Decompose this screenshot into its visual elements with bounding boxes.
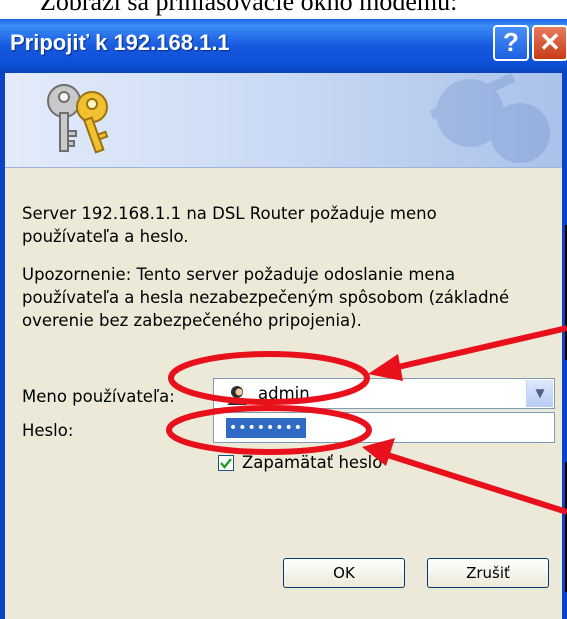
login-dialog: Pripojiť k 192.168.1.1 ? ✕ Server 192.16… (0, 19, 567, 619)
cancel-button[interactable]: Zrušiť (427, 558, 549, 588)
keys-icon (47, 84, 109, 154)
window-title: Pripojiť k 192.168.1.1 (10, 30, 230, 55)
title-bar[interactable]: Pripojiť k 192.168.1.1 ? ✕ (0, 19, 567, 73)
help-icon[interactable]: ? (493, 25, 529, 61)
server-message: Server 192.168.1.1 na DSL Router požaduj… (22, 204, 437, 246)
ok-button[interactable]: OK (283, 558, 405, 588)
chevron-down-icon[interactable]: ▼ (526, 380, 553, 407)
user-icon (227, 386, 247, 405)
password-label: Heslo: (22, 421, 74, 440)
password-mask: •••••••• (226, 418, 307, 438)
remember-label[interactable]: Zapamätať heslo (242, 453, 382, 472)
username-combobox[interactable]: admin ▼ (213, 378, 555, 409)
password-field[interactable]: •••••••• (213, 412, 555, 443)
dialog-body: Server 192.168.1.1 na DSL Router požaduj… (0, 168, 567, 619)
window-border-left (0, 73, 5, 619)
header-banner (0, 73, 567, 168)
username-value: admin (258, 384, 310, 403)
close-icon[interactable]: ✕ (532, 25, 567, 61)
checkmark-icon (220, 458, 232, 469)
username-label: Meno používateľa: (22, 387, 175, 406)
remember-checkbox[interactable] (218, 455, 234, 471)
security-warning: Upozornenie: Tento server požaduje odosl… (22, 265, 510, 330)
caption: Zobrazí sa prihlasovacie okno modemu: (40, 0, 458, 16)
